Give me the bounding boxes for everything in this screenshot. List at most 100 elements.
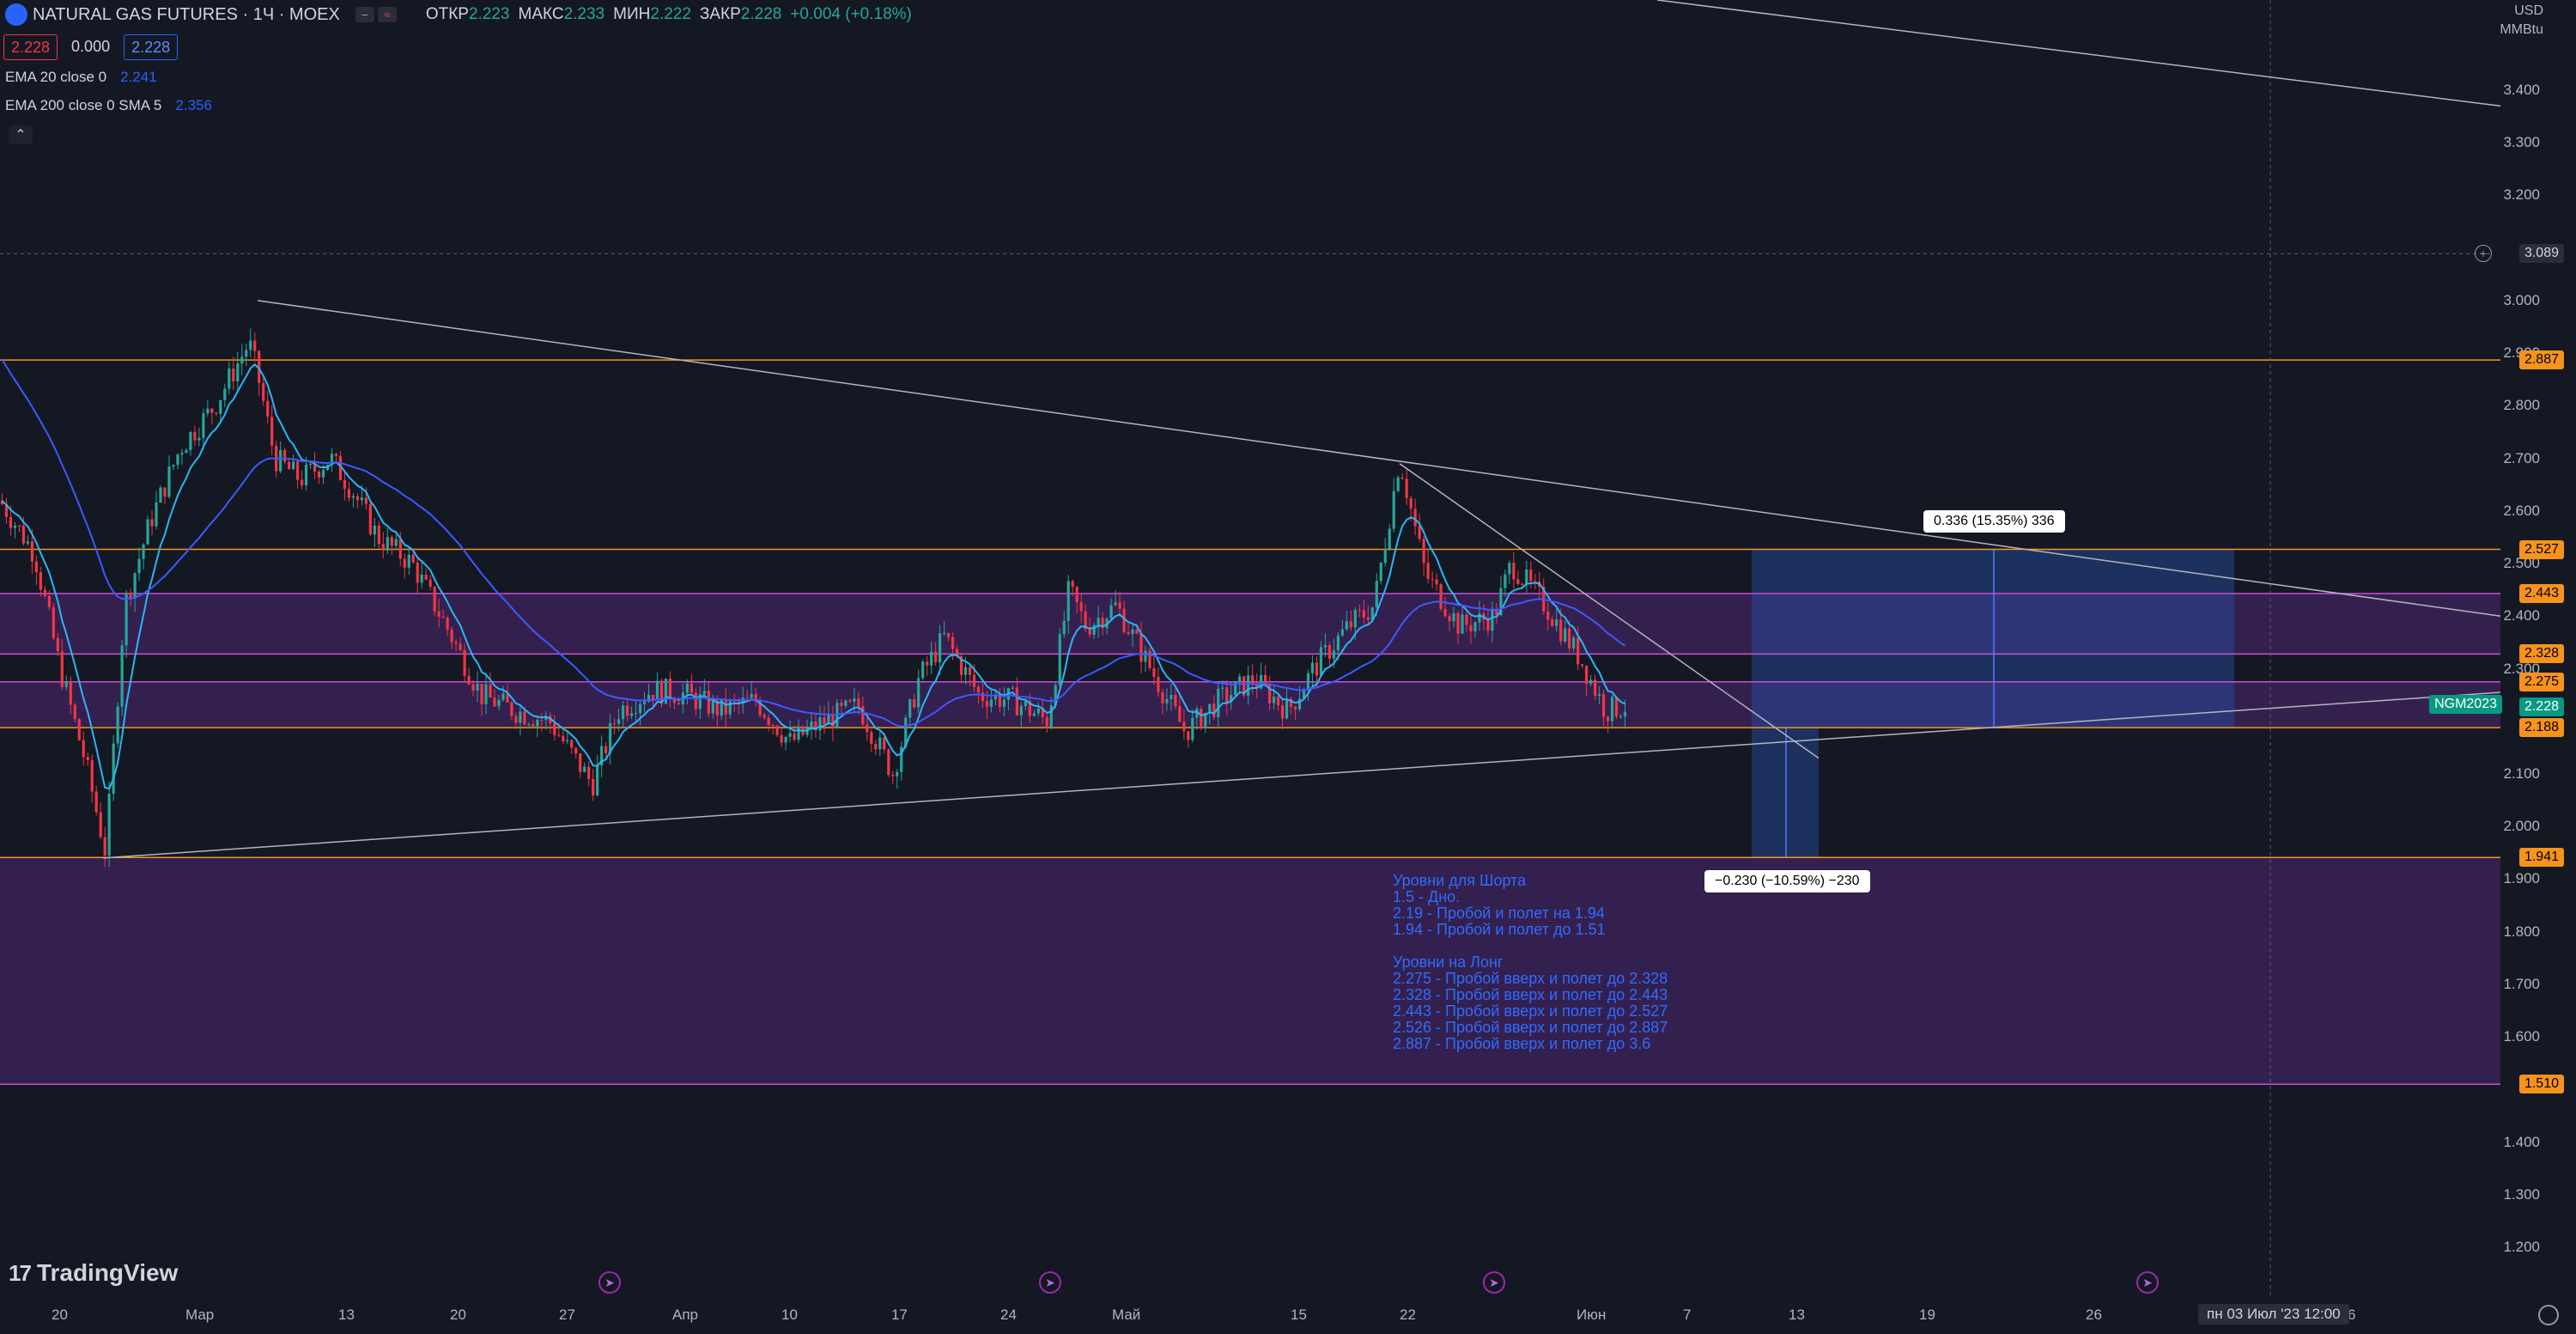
candle-body bbox=[1358, 610, 1361, 612]
candle-body bbox=[1075, 586, 1078, 603]
candle-body bbox=[844, 700, 848, 706]
price-tick-label: 1.400 bbox=[2503, 1133, 2540, 1150]
hide-legend-icon[interactable]: − bbox=[355, 7, 374, 22]
candle-body bbox=[857, 698, 860, 707]
time-tick-label: 24 bbox=[1000, 1307, 1017, 1323]
settings-gear-icon[interactable] bbox=[2538, 1305, 2559, 1325]
candle-body bbox=[810, 722, 813, 728]
price-chart[interactable] bbox=[0, 0, 2576, 1334]
candle-body bbox=[605, 746, 608, 753]
wave-icon[interactable]: ≈ bbox=[377, 7, 397, 22]
candle-body bbox=[304, 465, 308, 486]
candle-body bbox=[463, 649, 466, 676]
candle-body bbox=[1431, 579, 1434, 581]
price-tick-label: 3.400 bbox=[2503, 82, 2540, 98]
candle-body bbox=[60, 651, 64, 687]
candle-body bbox=[1568, 628, 1571, 649]
candle-body bbox=[908, 699, 912, 718]
candle-body bbox=[13, 526, 17, 528]
candle-body bbox=[1191, 717, 1194, 740]
candle-body bbox=[848, 700, 852, 702]
candle-body bbox=[159, 487, 162, 503]
indicator-ema20[interactable]: EMA 20 close 0 2.241 bbox=[5, 69, 157, 86]
candle-body bbox=[1461, 614, 1464, 634]
low-label: МИН bbox=[613, 5, 651, 23]
crosshair-price-badge: 3.089 bbox=[2518, 244, 2564, 264]
tradingview-logo[interactable]: 17 TradingView bbox=[9, 1259, 178, 1287]
candle-body bbox=[1323, 645, 1327, 648]
candle-body bbox=[587, 766, 591, 779]
candle-body bbox=[467, 675, 471, 685]
symbol-logo-icon[interactable] bbox=[5, 3, 27, 26]
candle-body bbox=[377, 525, 380, 545]
candle-body bbox=[1045, 716, 1048, 728]
level-badge: 2.887 bbox=[2518, 350, 2564, 370]
candle-body bbox=[963, 667, 968, 675]
collapse-legend-button[interactable]: ⌃ bbox=[9, 125, 33, 144]
sell-price-button[interactable]: 2.228 bbox=[3, 34, 58, 60]
candle-body bbox=[1161, 691, 1164, 704]
long-position-box bbox=[1752, 549, 2234, 728]
candle-body bbox=[403, 558, 406, 568]
candle-body bbox=[668, 679, 672, 700]
candle-body bbox=[1601, 694, 1606, 717]
candle-body bbox=[1131, 629, 1134, 635]
tradingview-mark-icon: 17 bbox=[9, 1259, 32, 1286]
candle-body bbox=[47, 596, 51, 607]
candle-body bbox=[677, 703, 681, 705]
candle-body bbox=[206, 408, 210, 414]
candle-body bbox=[1247, 675, 1250, 696]
candle-body bbox=[617, 719, 621, 724]
indicator-ema200[interactable]: EMA 200 close 0 SMA 5 2.356 bbox=[5, 97, 212, 114]
currency-unit[interactable]: USD MMBtu bbox=[2500, 2, 2543, 40]
candle-body bbox=[266, 400, 270, 417]
candle-body bbox=[1058, 634, 1061, 685]
candle-body bbox=[185, 449, 188, 454]
event-icon[interactable]: ➤ bbox=[1483, 1271, 1505, 1294]
candle-body bbox=[797, 726, 800, 740]
candle-body bbox=[120, 645, 124, 707]
candle-body bbox=[1564, 628, 1567, 642]
candle-body bbox=[514, 716, 518, 723]
measure-up-label[interactable]: 0.336 (15.35%) 336 bbox=[1923, 510, 2065, 533]
candle-body bbox=[1508, 563, 1511, 575]
candle-body bbox=[1157, 677, 1160, 692]
candle-body bbox=[574, 747, 578, 754]
candle-body bbox=[926, 661, 929, 666]
candle-body bbox=[52, 606, 55, 638]
candle-body bbox=[1127, 632, 1130, 635]
candle-body bbox=[690, 683, 693, 693]
candle-body bbox=[536, 720, 539, 727]
candle-body bbox=[939, 633, 942, 663]
candle-body bbox=[685, 683, 689, 693]
candle-body bbox=[1135, 629, 1139, 634]
levels-note[interactable]: Уровни для Шорта 1.5 - Дно. 2.19 - Пробо… bbox=[1393, 873, 1668, 1052]
event-icon[interactable]: ➤ bbox=[1039, 1271, 1061, 1294]
time-tick-label: 15 bbox=[1291, 1307, 1307, 1323]
candle-body bbox=[411, 554, 415, 563]
candle-body bbox=[732, 701, 736, 703]
buy-price-button[interactable]: 2.228 bbox=[124, 34, 179, 60]
candle-body bbox=[566, 740, 569, 742]
candle-body bbox=[540, 720, 544, 722]
trendline-top bbox=[1656, 0, 2501, 107]
event-icon[interactable]: ➤ bbox=[2136, 1271, 2159, 1294]
symbol-title[interactable]: NATURAL GAS FUTURES · 1Ч · MOEX bbox=[33, 5, 340, 25]
candle-body bbox=[981, 692, 985, 702]
candle-body bbox=[1469, 624, 1473, 631]
candle-body bbox=[300, 479, 304, 486]
candle-body bbox=[1577, 637, 1580, 665]
candle-body bbox=[360, 497, 363, 501]
high-value: 2.233 bbox=[563, 5, 605, 23]
candle-body bbox=[702, 691, 706, 695]
candle-body bbox=[437, 611, 440, 617]
candle-body bbox=[99, 812, 102, 838]
candle-body bbox=[146, 519, 149, 545]
candle-body bbox=[321, 470, 325, 478]
candle-body bbox=[1606, 716, 1610, 722]
candle-body bbox=[1212, 704, 1216, 717]
measure-down-label[interactable]: −0.230 (−10.59%) −230 bbox=[1704, 870, 1870, 892]
level-badge: 2.188 bbox=[2518, 718, 2564, 738]
close-label: ЗАКР bbox=[699, 5, 741, 23]
event-icon[interactable]: ➤ bbox=[598, 1271, 621, 1294]
